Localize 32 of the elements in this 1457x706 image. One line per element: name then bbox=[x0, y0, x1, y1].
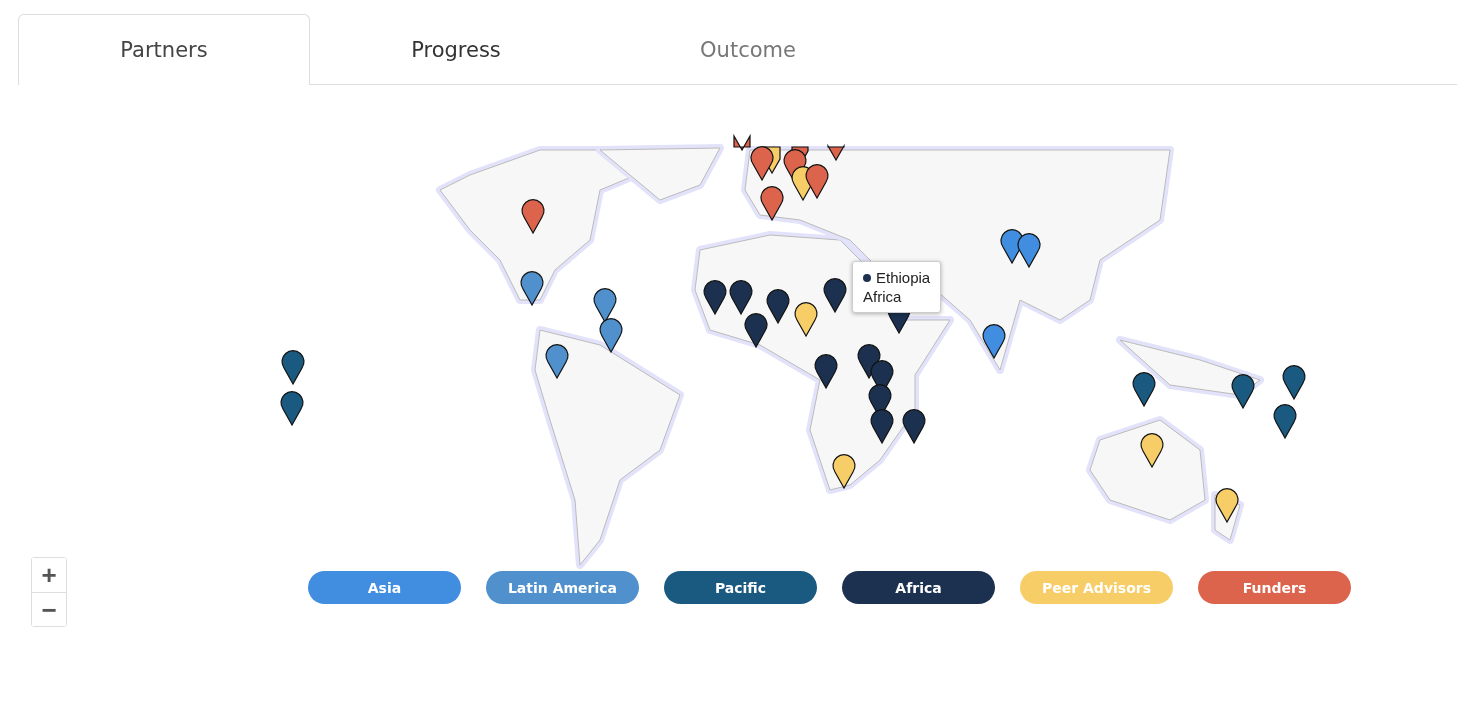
tooltip-title: Ethiopia bbox=[876, 268, 931, 287]
zoom-out-button[interactable]: − bbox=[32, 592, 66, 626]
map-pin-icon[interactable] bbox=[766, 289, 790, 324]
map-pin-icon[interactable] bbox=[794, 302, 818, 337]
map-pin-icon[interactable] bbox=[832, 454, 856, 489]
map-pin-icon[interactable] bbox=[1273, 404, 1297, 439]
map-pin-icon[interactable] bbox=[281, 350, 305, 385]
map-pin-icon[interactable] bbox=[1132, 372, 1156, 407]
map-pin-icon[interactable] bbox=[823, 278, 847, 313]
map-pin-icon[interactable] bbox=[982, 324, 1006, 359]
map-pin-icon[interactable] bbox=[1231, 374, 1255, 409]
map-pin-icon[interactable] bbox=[545, 344, 569, 379]
legend-item[interactable]: Funders bbox=[1198, 571, 1351, 604]
map-pin-icon[interactable] bbox=[703, 280, 727, 315]
map-pin-icon[interactable] bbox=[814, 354, 838, 389]
tooltip-subtitle: Africa bbox=[863, 287, 903, 306]
map-pin-icon[interactable] bbox=[1282, 365, 1306, 400]
map-pin-icon[interactable] bbox=[280, 391, 304, 426]
map-pin-icon[interactable] bbox=[729, 280, 753, 315]
map-pin-icon[interactable] bbox=[1140, 433, 1164, 468]
tab[interactable]: Partners bbox=[18, 14, 310, 85]
map-pin-icon[interactable] bbox=[593, 288, 617, 323]
map-pin-icon[interactable] bbox=[520, 271, 544, 306]
map-pin-icon[interactable] bbox=[744, 313, 768, 348]
tab[interactable]: Progress bbox=[310, 14, 602, 85]
legend-item[interactable]: Africa bbox=[842, 571, 995, 604]
legend-item[interactable]: Pacific bbox=[664, 571, 817, 604]
map-pin-icon[interactable] bbox=[521, 199, 545, 234]
map-pin-icon[interactable] bbox=[902, 409, 926, 444]
map-pin-icon[interactable] bbox=[599, 318, 623, 353]
map-pin-icon[interactable] bbox=[1215, 488, 1239, 523]
map-pin-icon[interactable] bbox=[1017, 233, 1041, 268]
